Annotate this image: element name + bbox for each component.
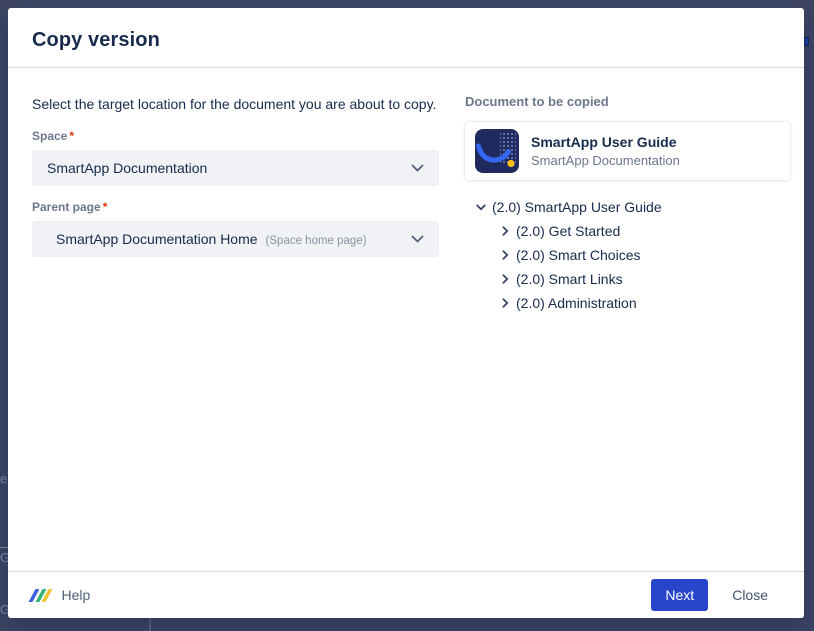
dialog-title: Copy version	[32, 29, 780, 52]
space-label: Space*	[32, 129, 439, 143]
document-space: SmartApp Documentation	[531, 153, 680, 168]
document-card: SmartApp User Guide SmartApp Documentati…	[465, 122, 790, 180]
dialog-footer: Help Next Close	[8, 571, 804, 618]
tree-item[interactable]: (2.0) Get Started	[465, 219, 792, 243]
backdrop-divider-fragment	[0, 547, 8, 548]
required-asterisk: *	[103, 200, 108, 214]
parent-page-select[interactable]: SmartApp Documentation Home (Space home …	[32, 221, 439, 257]
space-select-value: SmartApp Documentation	[47, 160, 207, 176]
document-title: SmartApp User Guide	[531, 134, 680, 150]
required-asterisk: *	[69, 129, 74, 143]
intro-text: Select the target location for the docum…	[32, 94, 439, 115]
help-label: Help	[62, 587, 91, 603]
help-link[interactable]: Help	[32, 587, 90, 603]
chevron-down-icon	[411, 235, 424, 243]
next-button[interactable]: Next	[651, 579, 708, 611]
preview-heading: Document to be copied	[465, 94, 792, 109]
vendor-logo-icon	[32, 588, 52, 602]
close-button[interactable]: Close	[720, 579, 780, 611]
tree-item[interactable]: (2.0) Administration	[465, 291, 792, 315]
tree-item-label: (2.0) Smart Choices	[516, 247, 640, 263]
tree-item-label: (2.0) Smart Links	[516, 271, 623, 287]
chevron-right-icon[interactable]	[497, 247, 513, 263]
tree-item-label: (2.0) SmartApp User Guide	[492, 199, 662, 215]
chevron-down-icon	[411, 164, 424, 172]
parent-page-select-value: SmartApp Documentation Home	[56, 231, 258, 247]
target-location-form: Select the target location for the docum…	[32, 94, 439, 315]
dialog-header: Copy version	[8, 8, 804, 68]
space-select[interactable]: SmartApp Documentation	[32, 150, 439, 186]
parent-page-hint: (Space home page)	[266, 235, 367, 247]
tree-item-label: (2.0) Get Started	[516, 223, 620, 239]
chevron-right-icon[interactable]	[497, 271, 513, 287]
tree-item[interactable]: (2.0) Smart Links	[465, 267, 792, 291]
backdrop-link-fragment	[804, 37, 809, 46]
chevron-right-icon[interactable]	[497, 295, 513, 311]
document-app-icon	[475, 129, 519, 173]
chevron-right-icon[interactable]	[497, 223, 513, 239]
tree-item[interactable]: (2.0) Smart Choices	[465, 243, 792, 267]
chevron-down-icon[interactable]	[473, 199, 489, 215]
backdrop-seam	[149, 618, 151, 631]
tree-item[interactable]: (2.0) SmartApp User Guide	[465, 195, 792, 219]
copy-version-dialog: Copy version Select the target location …	[8, 8, 804, 618]
tree-item-label: (2.0) Administration	[516, 295, 637, 311]
page-tree: (2.0) SmartApp User Guide (2.0) Get Start…	[465, 195, 792, 315]
document-preview-panel: Document to be copied	[465, 94, 792, 315]
parent-page-label: Parent page*	[32, 200, 439, 214]
